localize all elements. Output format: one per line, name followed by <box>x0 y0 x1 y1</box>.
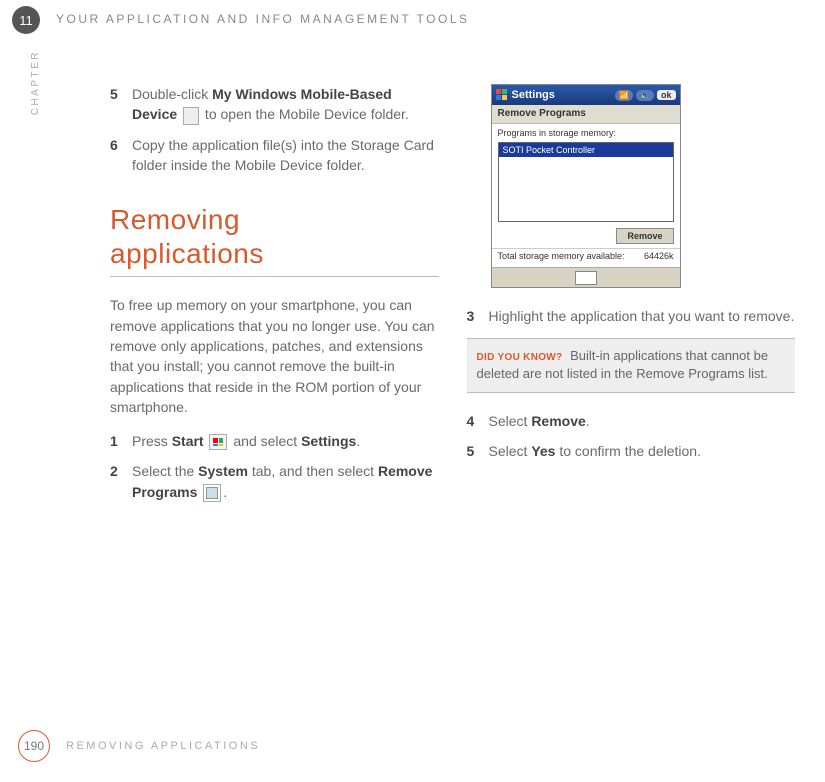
ok-button[interactable]: ok <box>657 90 676 100</box>
header-running-title: YOUR APPLICATION AND INFO MANAGEMENT TOO… <box>56 12 470 26</box>
step-text: Select the System tab, and then select R… <box>132 461 439 502</box>
device-screenshot: Settings 📶 🔈 ok Remove Programs Programs… <box>491 84 681 288</box>
device-folder-icon <box>183 107 199 125</box>
t: . <box>586 413 590 429</box>
programs-list-label: Programs in storage memory: <box>492 124 680 140</box>
step-text: Highlight the application that you want … <box>489 306 796 326</box>
screenshot-subtitle: Remove Programs <box>492 105 680 124</box>
keyboard-icon[interactable] <box>575 271 597 285</box>
left-column: 5 Double-click My Windows Mobile-Based D… <box>110 84 439 512</box>
sip-bar <box>492 267 680 287</box>
heading-line-1: Removing <box>110 204 240 235</box>
system-tab-label: System <box>198 463 248 479</box>
step-5: 5 Select Yes to confirm the deletion. <box>467 441 796 461</box>
remove-button[interactable]: Remove <box>616 228 673 244</box>
step-number: 2 <box>110 461 132 502</box>
t: Select the <box>132 463 198 479</box>
memory-label: Total storage memory available: <box>498 251 625 261</box>
step-1: 1 Press Start and select Settings. <box>110 431 439 451</box>
t: Select <box>489 443 532 459</box>
volume-icon: 🔈 <box>636 90 654 101</box>
t: Select <box>489 413 532 429</box>
step-text: Select Yes to confirm the deletion. <box>489 441 796 461</box>
step-text: Copy the application file(s) into the St… <box>132 135 439 176</box>
chapter-vertical-label: CHAPTER <box>30 50 41 115</box>
step-3: 3 Highlight the application that you wan… <box>467 306 796 326</box>
t: . <box>223 484 227 500</box>
step-text: Press Start and select Settings. <box>132 431 439 451</box>
programs-listbox[interactable]: SOTI Pocket Controller <box>498 142 674 222</box>
chapter-number-badge: 11 <box>12 6 40 34</box>
settings-label: Settings <box>301 433 356 449</box>
memory-value: 64426k <box>644 251 674 261</box>
step-number: 1 <box>110 431 132 451</box>
t: and select <box>229 433 301 449</box>
section-heading-removing-applications: Removing applications <box>110 203 439 277</box>
step-5-previous: 5 Double-click My Windows Mobile-Based D… <box>110 84 439 125</box>
start-label: Start <box>172 433 204 449</box>
step-2: 2 Select the System tab, and then select… <box>110 461 439 502</box>
remove-programs-icon <box>203 484 221 502</box>
footer: 190 REMOVING APPLICATIONS <box>18 730 260 762</box>
step-text-before: Double-click <box>132 86 212 102</box>
did-you-know-callout: DID YOU KNOW? Built-in applications that… <box>467 338 796 392</box>
step-6-previous: 6 Copy the application file(s) into the … <box>110 135 439 176</box>
list-item[interactable]: SOTI Pocket Controller <box>499 143 673 157</box>
screenshot-title: Settings <box>512 89 555 101</box>
start-flag-icon <box>209 434 227 450</box>
step-number: 5 <box>467 441 489 461</box>
screenshot-titlebar: Settings 📶 🔈 ok <box>492 85 680 105</box>
yes-bold: Yes <box>531 443 555 459</box>
section-intro-paragraph: To free up memory on your smartphone, yo… <box>110 295 439 417</box>
t: Press <box>132 433 172 449</box>
heading-line-2: applications <box>110 237 439 271</box>
step-number: 5 <box>110 84 132 125</box>
remove-bold: Remove <box>531 413 585 429</box>
step-4: 4 Select Remove. <box>467 411 796 431</box>
step-number: 3 <box>467 306 489 326</box>
t: tab, and then select <box>248 463 378 479</box>
step-text: Double-click My Windows Mobile-Based Dev… <box>132 84 439 125</box>
memory-row: Total storage memory available: 64426k <box>492 248 680 267</box>
step-text-after: to open the Mobile Device folder. <box>201 106 409 122</box>
t: to confirm the deletion. <box>555 443 701 459</box>
signal-icon: 📶 <box>615 90 633 101</box>
step-text: Select Remove. <box>489 411 796 431</box>
step-number: 4 <box>467 411 489 431</box>
footer-running-title: REMOVING APPLICATIONS <box>66 740 260 752</box>
page-number-badge: 190 <box>18 730 50 762</box>
step-number: 6 <box>110 135 132 176</box>
windows-flag-icon <box>496 89 508 101</box>
right-column: Settings 📶 🔈 ok Remove Programs Programs… <box>467 84 796 512</box>
t: . <box>356 433 360 449</box>
did-you-know-label: DID YOU KNOW? <box>477 352 563 363</box>
